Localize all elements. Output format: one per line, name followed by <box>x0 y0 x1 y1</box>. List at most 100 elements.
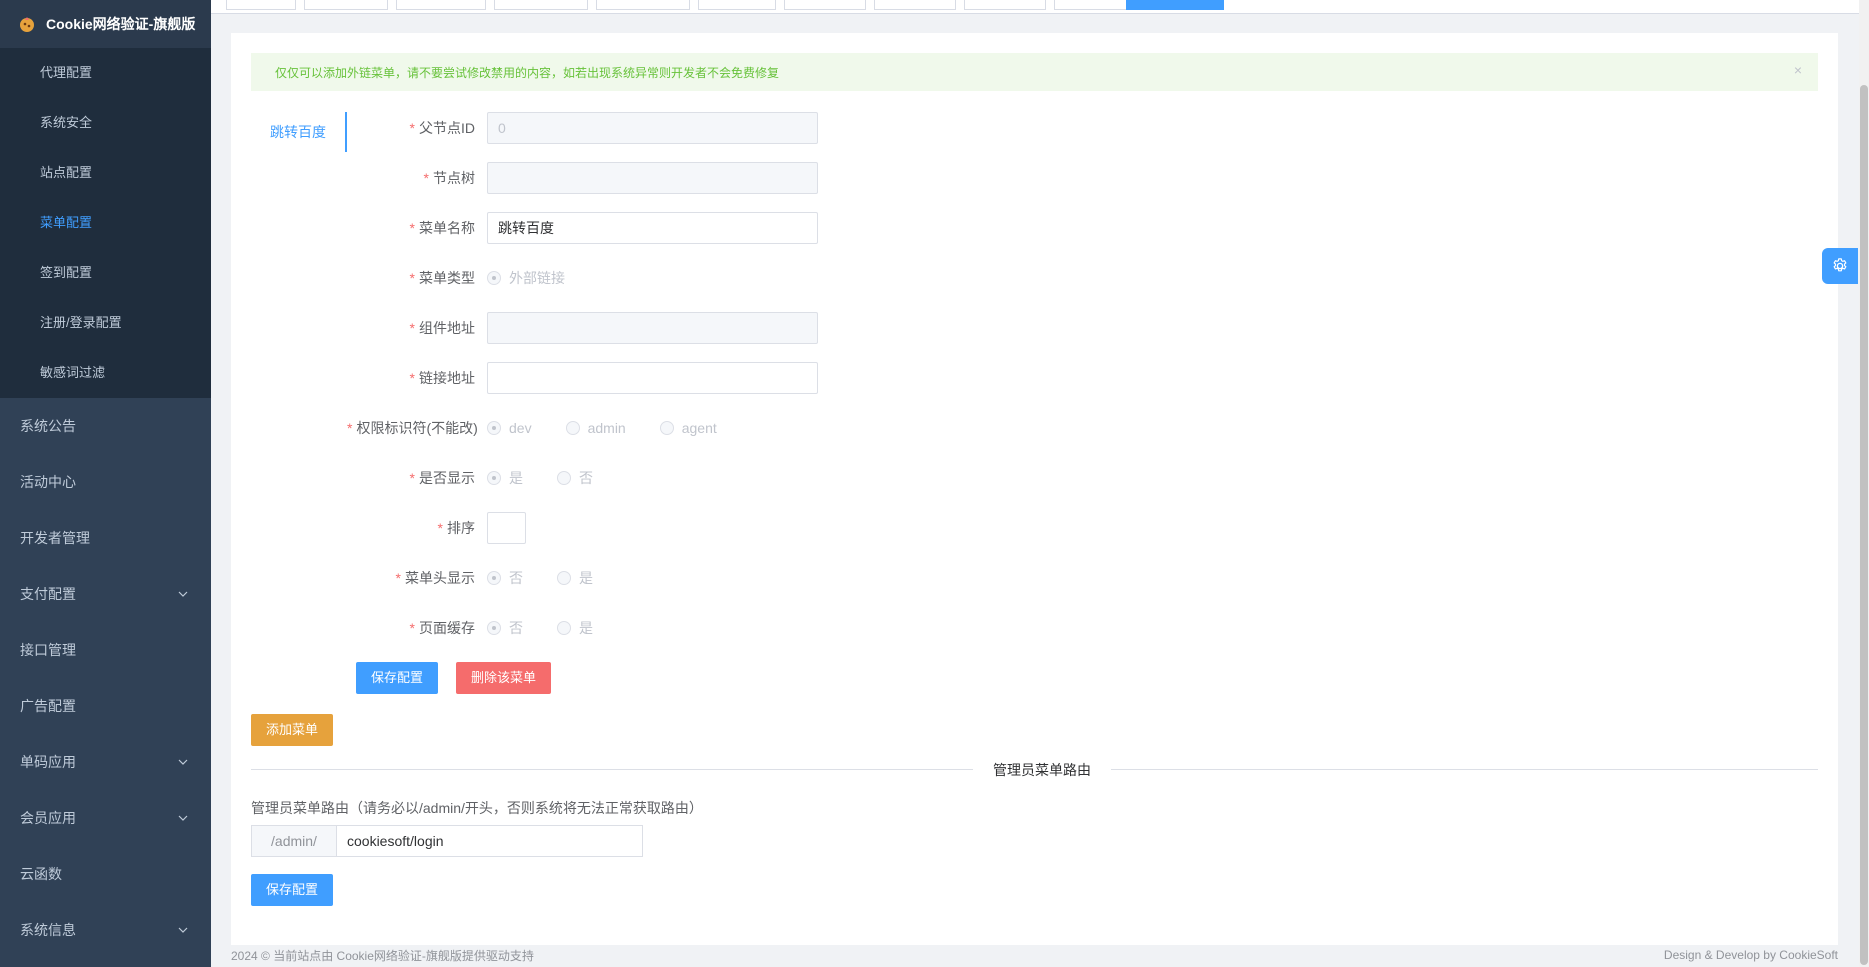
sidebar-item-system-info[interactable]: 系统信息 <box>0 902 211 958</box>
admin-route-label: 管理员菜单路由（请务必以/admin/开头，否则系统将无法正常获取路由） <box>251 800 703 816</box>
form-row-link-url: * 链接地址 <box>347 362 818 394</box>
footer-copyright: 2024 © 当前站点由 Cookie网络验证-旗舰版提供驱动支持 <box>231 948 534 963</box>
tag-item-active[interactable] <box>1126 0 1224 10</box>
form-label: * 是否显示 <box>409 470 475 486</box>
sidebar-item-activity[interactable]: 活动中心 <box>0 454 211 510</box>
sidebar-item-member[interactable]: 会员应用 <box>0 790 211 846</box>
tag-item[interactable] <box>1054 0 1136 10</box>
sidebar-subitem-security[interactable]: 系统安全 <box>0 98 211 148</box>
radio-external-link: 外部链接 <box>487 268 565 288</box>
radio-dot <box>487 421 501 435</box>
tag-item[interactable] <box>396 0 486 10</box>
tab-menu-item[interactable]: 跳转百度 <box>251 112 347 152</box>
tag-item[interactable] <box>226 0 296 10</box>
chevron-down-icon <box>177 566 189 622</box>
footer: 2024 © 当前站点由 Cookie网络验证-旗舰版提供驱动支持 Design… <box>231 945 1838 965</box>
settings-button[interactable] <box>1822 248 1858 284</box>
form-row-menu-type: * 菜单类型 外部链接 <box>347 262 599 294</box>
sidebar-item-label: 支付配置 <box>20 586 76 602</box>
form-row-permission: * 权限标识符(不能改) dev admin agent <box>347 412 751 444</box>
sidebar-item-single-code[interactable]: 单码应用 <box>0 734 211 790</box>
sidebar-item-ads[interactable]: 广告配置 <box>0 678 211 734</box>
add-menu-button[interactable]: 添加菜单 <box>251 714 334 746</box>
main-card: 仅仅可以添加外链菜单，请不要尝试修改禁用的内容，如若出现系统异常则开发者不会免费… <box>231 33 1838 945</box>
scrollbar-thumb[interactable] <box>1860 85 1868 965</box>
sort-input[interactable] <box>487 512 526 544</box>
chevron-down-icon <box>177 902 189 958</box>
permission-radio-group: dev admin agent <box>487 420 751 436</box>
radio-dot <box>565 421 580 435</box>
sidebar-subitem-sensitive-words[interactable]: 敏感词过滤 <box>0 348 211 398</box>
form-label: * 菜单名称 <box>409 220 475 236</box>
sidebar-item-label: 接口管理 <box>20 642 76 658</box>
radio-dot <box>487 571 501 585</box>
radio-agent: agent <box>659 420 717 436</box>
visible-radio-group: 是 否 <box>487 468 627 488</box>
tag-item[interactable] <box>698 0 776 10</box>
sidebar-subitem-checkin[interactable]: 签到配置 <box>0 248 211 298</box>
tag-item[interactable] <box>874 0 956 10</box>
sidebar: Cookie网络验证-旗舰版 代理配置 系统安全 站点配置 菜单配置 签到配置 … <box>0 0 211 967</box>
sidebar-subitem-site[interactable]: 站点配置 <box>0 148 211 198</box>
sidebar-item-label: 云函数 <box>20 866 62 882</box>
brand-title: Cookie网络验证-旗舰版 <box>46 16 196 32</box>
sidebar-item-label: 系统公告 <box>20 418 76 434</box>
radio-dev: dev <box>487 420 532 436</box>
page-cache-radio-group: 否 是 <box>487 618 627 638</box>
save-route-button[interactable]: 保存配置 <box>251 874 334 906</box>
sidebar-subitem-proxy[interactable]: 代理配置 <box>0 48 211 98</box>
form-row-component-path: * 组件地址 <box>347 312 818 344</box>
form-label: * 链接地址 <box>409 370 475 386</box>
form-label: * 页面缓存 <box>409 620 475 636</box>
admin-route-input[interactable]: cookiesoft/login <box>337 825 643 857</box>
sidebar-subitem-menu[interactable]: 菜单配置 <box>0 198 211 248</box>
tag-item[interactable] <box>596 0 690 10</box>
radio-cache-yes: 是 <box>557 618 593 638</box>
tag-item[interactable] <box>494 0 588 10</box>
chevron-down-icon <box>177 734 189 790</box>
sidebar-item-label: 系统信息 <box>20 922 76 938</box>
form-label: * 菜单类型 <box>409 270 475 286</box>
radio-dot <box>487 471 501 485</box>
tag-item[interactable] <box>304 0 388 10</box>
sidebar-subitem-register-login[interactable]: 注册/登录配置 <box>0 298 211 348</box>
required-mark: * <box>409 320 415 336</box>
required-mark: * <box>409 120 415 136</box>
radio-visible-no: 否 <box>557 468 593 488</box>
radio-dot <box>557 571 571 585</box>
sidebar-item-label: 活动中心 <box>20 474 76 490</box>
sidebar-item-api[interactable]: 接口管理 <box>0 622 211 678</box>
radio-header-no: 否 <box>487 568 523 588</box>
sidebar-item-label: 广告配置 <box>20 698 76 714</box>
sidebar-item-announcement[interactable]: 系统公告 <box>0 398 211 454</box>
radio-dot <box>487 621 501 635</box>
save-menu-button[interactable]: 保存配置 <box>356 662 439 694</box>
close-icon[interactable]: × <box>1794 62 1802 78</box>
form-label: * 父节点ID <box>409 120 475 136</box>
gear-icon <box>1833 258 1847 272</box>
form-row-sort: * 排序 <box>347 512 526 544</box>
form-label: * 组件地址 <box>409 320 475 336</box>
link-url-input[interactable] <box>487 362 818 394</box>
page-scrollbar[interactable] <box>1859 0 1869 967</box>
required-mark: * <box>409 370 415 386</box>
sidebar-item-cloud-function[interactable]: 云函数 <box>0 846 211 902</box>
radio-dot <box>557 621 571 635</box>
divider-title: 管理员菜单路由 <box>973 760 1111 780</box>
required-mark: * <box>409 270 415 286</box>
sidebar-item-payment[interactable]: 支付配置 <box>0 566 211 622</box>
delete-menu-button[interactable]: 删除该菜单 <box>456 662 552 694</box>
admin-route-prefix: /admin/ <box>251 825 337 857</box>
required-mark: * <box>423 170 429 186</box>
required-mark: * <box>347 420 353 436</box>
form-label: * 权限标识符(不能改) <box>347 420 478 436</box>
menu-name-input[interactable]: 跳转百度 <box>487 212 818 244</box>
radio-dot <box>487 271 501 285</box>
tag-item[interactable] <box>964 0 1046 10</box>
node-tree-input <box>487 162 818 194</box>
tags-view <box>211 0 1869 14</box>
sidebar-item-developer[interactable]: 开发者管理 <box>0 510 211 566</box>
chevron-down-icon <box>177 790 189 846</box>
form-row-node-tree: * 节点树 <box>347 162 818 194</box>
tag-item[interactable] <box>784 0 866 10</box>
